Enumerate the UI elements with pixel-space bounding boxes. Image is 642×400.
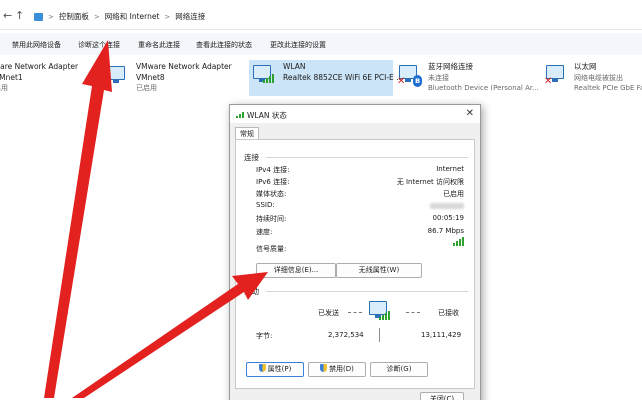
diagnose-connection-button[interactable]: 诊断这个连接 bbox=[78, 40, 120, 50]
signal-row: 信号质量: bbox=[256, 237, 464, 256]
wifi-icon bbox=[236, 111, 244, 120]
bytes-sent-value: 2,372,534 bbox=[328, 331, 364, 339]
adapter-status: Realtek 8852CE WiFi 6E PCI-E ... bbox=[283, 72, 404, 82]
duration-value: 00:05:19 bbox=[432, 214, 464, 222]
wlan-status-dialog: WLAN 状态 ✕ 常规 连接 IPv4 连接: Internet IPv6 连… bbox=[229, 104, 481, 400]
wifi-adapter-icon bbox=[249, 62, 275, 88]
divider bbox=[266, 157, 468, 158]
general-panel: 连接 IPv4 连接: Internet IPv6 连接: 无 Internet… bbox=[235, 139, 475, 389]
disable-button-label: 禁用(D) bbox=[329, 365, 354, 373]
duration-row: 持续时间: 00:05:19 bbox=[256, 214, 464, 226]
adapter-device: 未连接 bbox=[428, 73, 449, 82]
disable-device-button[interactable]: 禁用此网络设备 bbox=[12, 40, 61, 50]
address-bar: ← ↑ > 控制面板 > 网络和 Internet > 网络连接 bbox=[0, 0, 642, 30]
disable-button[interactable]: 禁用(D) bbox=[308, 362, 366, 377]
adapter-device: VMnet1 bbox=[0, 72, 23, 82]
properties-button[interactable]: 属性(P) bbox=[246, 362, 304, 377]
breadcrumb-network-connections[interactable]: 网络连接 bbox=[175, 11, 205, 22]
adapter-vmnet1[interactable]: ware Network Adapter VMnet1 启用 bbox=[0, 60, 104, 96]
chevron-right-icon: > bbox=[93, 12, 100, 21]
view-status-button[interactable]: 查看此连接的状态 bbox=[196, 40, 252, 50]
ipv4-row: IPv4 连接: Internet bbox=[256, 165, 464, 177]
adapter-status: Realtek PCIe GbE Fa bbox=[574, 84, 642, 92]
shield-icon bbox=[320, 364, 328, 372]
network-activity-icon bbox=[366, 298, 392, 324]
chevron-right-icon: > bbox=[48, 12, 54, 21]
adapter-ethernet[interactable]: ✕ 以太网 网络电缆被拔出 Realtek PCIe GbE Fa bbox=[543, 60, 642, 96]
speed-row: 速度: 86.7 Mbps bbox=[256, 227, 464, 239]
breadcrumb-control-panel[interactable]: 控制面板 bbox=[59, 11, 89, 22]
speed-value: 86.7 Mbps bbox=[427, 227, 464, 235]
shield-icon bbox=[258, 364, 266, 372]
ssid-label: SSID: bbox=[256, 201, 275, 209]
disconnected-icon: ✕ bbox=[397, 76, 406, 87]
media-state-row: 媒体状态: 已启用 bbox=[256, 189, 464, 201]
dashed-line bbox=[348, 312, 362, 313]
activity-section-label: 活动 bbox=[244, 287, 259, 296]
disconnected-icon: ✕ bbox=[544, 76, 553, 87]
rename-connection-button[interactable]: 重命名此连接 bbox=[138, 40, 180, 50]
dialog-titlebar[interactable]: WLAN 状态 ✕ bbox=[230, 105, 480, 123]
details-button[interactable]: 详细信息(E)... bbox=[256, 263, 336, 278]
duration-label: 持续时间: bbox=[256, 215, 287, 223]
network-adapter-icon bbox=[104, 62, 130, 88]
wireless-properties-button[interactable]: 无线属性(W) bbox=[336, 263, 422, 278]
adapter-name: 以太网 bbox=[574, 62, 597, 71]
adapter-bluetooth[interactable]: ʙ ✕ 蓝牙网络连接 未连接 Bluetooth Device (Persona… bbox=[396, 60, 540, 96]
divider bbox=[266, 291, 468, 292]
adapter-name: WLAN bbox=[283, 62, 306, 71]
bluetooth-adapter-icon: ʙ ✕ bbox=[396, 62, 422, 88]
sent-label: 已发送 bbox=[318, 309, 339, 317]
chevron-right-icon: > bbox=[164, 12, 171, 21]
ssid-row: SSID: bbox=[256, 201, 464, 213]
bytes-received-value: 13,111,429 bbox=[421, 331, 462, 339]
adapter-status: 已启用 bbox=[136, 84, 157, 92]
ipv6-label: IPv6 连接: bbox=[256, 178, 290, 186]
adapter-status: Bluetooth Device (Personal Ar... bbox=[428, 84, 539, 92]
close-icon[interactable]: ✕ bbox=[466, 108, 474, 119]
media-state-label: 媒体状态: bbox=[256, 190, 287, 198]
command-toolbar: 禁用此网络设备 诊断这个连接 重命名此连接 查看此连接的状态 更改此连接的设置 bbox=[0, 33, 642, 55]
ipv6-row: IPv6 连接: 无 Internet 访问权限 bbox=[256, 177, 464, 189]
change-settings-button[interactable]: 更改此连接的设置 bbox=[270, 40, 326, 50]
ssid-redacted bbox=[430, 203, 464, 209]
breadcrumb-network-internet[interactable]: 网络和 Internet bbox=[105, 11, 160, 22]
ipv4-value: Internet bbox=[436, 165, 464, 173]
close-button[interactable]: 关闭(C) bbox=[420, 392, 464, 400]
adapter-wlan[interactable]: WLAN Realtek 8852CE WiFi 6E PCI-E ... bbox=[249, 60, 403, 96]
signal-strength-icon bbox=[453, 237, 464, 246]
divider bbox=[379, 328, 380, 342]
adapter-device: VMnet8 bbox=[136, 72, 165, 82]
adapter-name: 蓝牙网络连接 bbox=[428, 62, 473, 71]
adapter-device: 网络电缆被拔出 bbox=[574, 73, 623, 82]
ipv4-label: IPv4 连接: bbox=[256, 166, 290, 174]
up-icon[interactable]: ↑ bbox=[15, 9, 24, 22]
media-state-value: 已启用 bbox=[443, 190, 464, 198]
dashed-line bbox=[406, 312, 420, 313]
adapter-name: VMware Network Adapter bbox=[136, 62, 232, 71]
signal-label: 信号质量: bbox=[256, 245, 287, 253]
properties-button-label: 属性(P) bbox=[267, 365, 292, 373]
control-panel-icon bbox=[34, 12, 43, 21]
breadcrumb[interactable]: > 控制面板 > 网络和 Internet > 网络连接 bbox=[34, 11, 205, 22]
speed-label: 速度: bbox=[256, 228, 273, 236]
bytes-label: 字节: bbox=[256, 332, 273, 340]
connection-section-label: 连接 bbox=[244, 153, 259, 162]
dialog-title: WLAN 状态 bbox=[247, 111, 287, 120]
adapter-vmnet8[interactable]: VMware Network Adapter VMnet8 已启用 bbox=[104, 60, 234, 96]
bluetooth-icon: ʙ bbox=[413, 75, 422, 87]
ipv6-value: 无 Internet 访问权限 bbox=[396, 178, 464, 186]
back-icon[interactable]: ← bbox=[3, 9, 12, 22]
adapter-status: 启用 bbox=[0, 84, 8, 92]
diagnose-button[interactable]: 诊断(G) bbox=[370, 362, 428, 377]
received-label: 已接收 bbox=[438, 309, 459, 317]
ethernet-adapter-icon: ✕ bbox=[543, 62, 569, 88]
adapter-name: ware Network Adapter bbox=[0, 62, 79, 71]
